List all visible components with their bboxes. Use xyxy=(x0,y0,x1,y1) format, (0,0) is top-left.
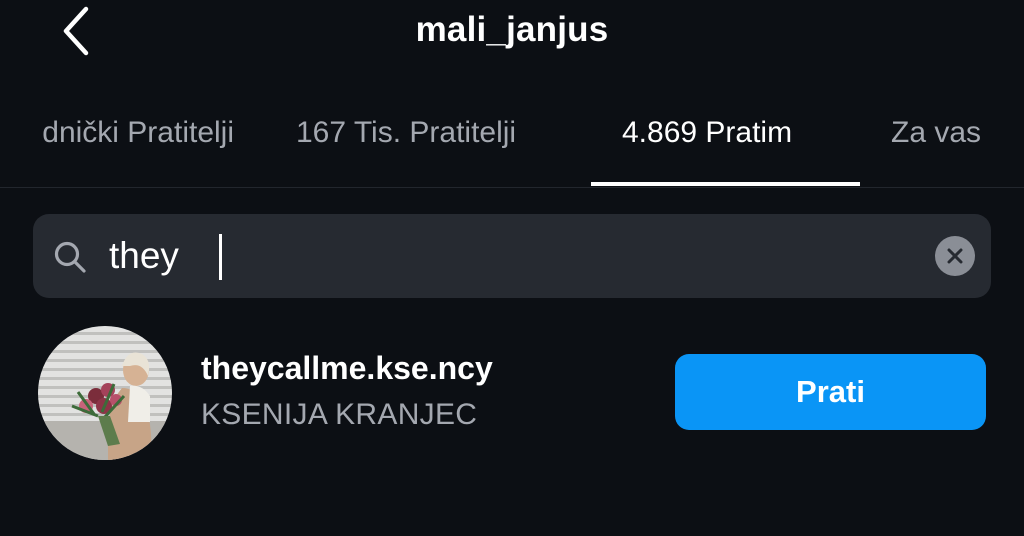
clear-search-button[interactable] xyxy=(935,236,975,276)
clear-icon xyxy=(947,248,963,264)
result-full-name: KSENIJA KRANJEC xyxy=(201,398,478,431)
tab-bar: dnički Pratitelji 167 Tis. Pratitelji 4.… xyxy=(0,90,1024,188)
tab-followers[interactable]: 167 Tis. Pratitelji xyxy=(296,116,516,150)
tab-mutual-followers[interactable]: dnički Pratitelji xyxy=(42,116,234,150)
text-cursor xyxy=(219,234,222,280)
avatar[interactable] xyxy=(38,326,172,460)
header: mali_janjus xyxy=(0,0,1024,70)
page-title: mali_janjus xyxy=(415,10,609,49)
avatar-image xyxy=(38,326,172,460)
follow-button[interactable]: Prati xyxy=(675,354,986,430)
active-tab-indicator xyxy=(591,182,860,186)
tab-for-you[interactable]: Za vas xyxy=(891,116,981,150)
list-item[interactable]: theycallme.kse.ncy KSENIJA KRANJEC Prati xyxy=(0,322,1024,462)
tab-following[interactable]: 4.869 Pratim xyxy=(622,116,792,150)
result-username[interactable]: theycallme.kse.ncy xyxy=(201,350,493,387)
search-icon xyxy=(54,241,86,273)
search-bar[interactable] xyxy=(33,214,991,298)
search-input[interactable] xyxy=(109,228,909,284)
